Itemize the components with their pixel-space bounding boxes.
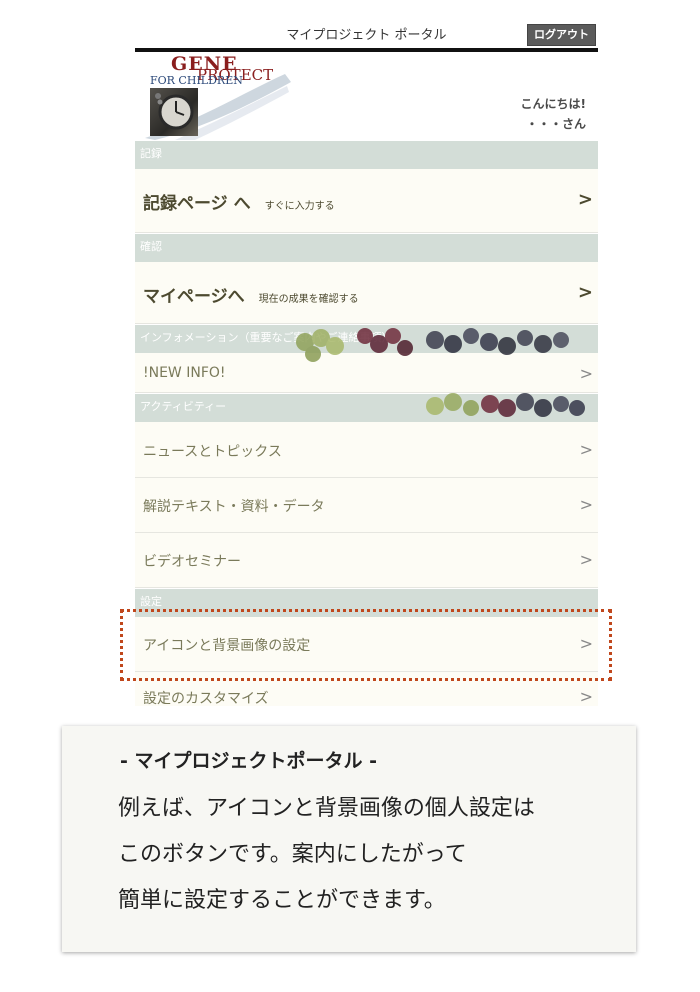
video-seminar-label: ビデオセミナー xyxy=(143,554,241,570)
chevron-right-icon: > xyxy=(579,550,593,569)
record-page-subtext: すぐに入力する xyxy=(264,201,335,212)
chevron-right-icon: > xyxy=(577,282,593,303)
my-page-subtext: 現在の成果を確認する xyxy=(258,294,359,305)
caption-line-3: 簡単に設定することができます。 xyxy=(118,888,446,913)
documents-label: 解説テキスト・資料・データ xyxy=(143,499,325,515)
caption-line-2: このボタンです。案内にしたがって xyxy=(118,842,467,867)
section-header-record: 記録 xyxy=(135,141,598,169)
chevron-right-icon: > xyxy=(579,687,593,706)
clock-icon xyxy=(155,93,194,130)
portal-screen: マイプロジェクト ポータル ログアウト GENE PROTECT FOR CHI… xyxy=(135,0,598,706)
greeting: こんにちは! ・・・さん xyxy=(521,94,586,134)
my-page-label: マイページへ 現在の成果を確認する xyxy=(143,287,359,307)
caption-box: - マイプロジェクトポータル - 例えば、アイコンと背景画像の個人設定は このボ… xyxy=(62,726,636,952)
chevron-right-icon: > xyxy=(579,440,593,459)
clock-photo xyxy=(150,88,198,136)
my-page-button[interactable]: マイページへ 現在の成果を確認する > xyxy=(135,262,598,324)
video-seminar-button[interactable]: ビデオセミナー > xyxy=(135,533,598,588)
customize-settings-label: 設定のカスタマイズ xyxy=(143,691,269,706)
chevron-right-icon: > xyxy=(577,189,593,210)
chevron-right-icon: > xyxy=(579,495,593,514)
greeting-user-name: ・・・さん xyxy=(525,117,586,131)
record-page-button[interactable]: 記録ページ へすぐに入力する > xyxy=(135,169,598,233)
record-page-label: 記録ページ へすぐに入力する xyxy=(143,194,335,214)
documents-button[interactable]: 解説テキスト・資料・データ > xyxy=(135,478,598,533)
news-topics-label: ニュースとトピックス xyxy=(143,444,282,460)
caption-title: - マイプロジェクトポータル - xyxy=(120,750,378,772)
news-topics-button[interactable]: ニュースとトピックス > xyxy=(135,422,598,478)
caption-line-1: 例えば、アイコンと背景画像の個人設定は xyxy=(118,796,535,821)
section-header-confirm: 確認 xyxy=(135,234,598,262)
highlight-frame xyxy=(120,609,612,681)
logo-text-for-children: FOR CHILDREN xyxy=(150,74,243,87)
new-info-label: !NEW INFO! xyxy=(143,365,226,381)
grapes-image xyxy=(296,328,585,417)
